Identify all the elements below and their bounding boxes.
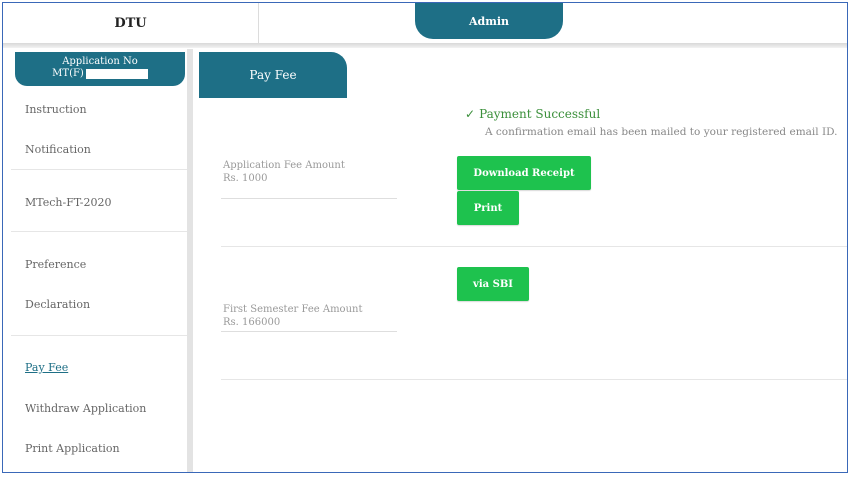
application-fee-field: Application Fee Amount Rs. 1000: [223, 159, 345, 185]
sidebar-divider: [11, 335, 187, 336]
application-number-label: Application No: [62, 56, 138, 67]
section-divider: [221, 246, 847, 247]
admin-tab[interactable]: Admin: [415, 3, 563, 39]
sidebar-item-preference[interactable]: Preference: [25, 258, 86, 271]
sidebar-item-withdraw-application[interactable]: Withdraw Application: [25, 402, 146, 415]
sidebar-item-pay-fee[interactable]: Pay Fee: [25, 361, 68, 374]
semester-fee-field: First Semester Fee Amount Rs. 166000: [223, 303, 362, 329]
download-receipt-button[interactable]: Download Receipt: [457, 156, 591, 190]
sidebar-divider: [11, 169, 187, 170]
section-divider: [221, 379, 847, 380]
semester-fee-label: First Semester Fee Amount: [223, 304, 363, 315]
confirmation-message: A confirmation email has been mailed to …: [485, 126, 838, 138]
application-number-prefix: MT(F): [52, 68, 84, 79]
pay-via-sbi-button[interactable]: via SBI: [457, 267, 529, 301]
app-frame: DTU Admin Application No MT(F) Instructi…: [2, 2, 848, 473]
payment-status: ✓ Payment Successful: [465, 107, 600, 121]
application-number-value: MT(F): [15, 68, 185, 80]
sidebar-item-instruction[interactable]: Instruction: [25, 103, 87, 116]
payment-status-title: Payment Successful: [479, 107, 601, 121]
field-underline: [221, 331, 397, 332]
semester-fee-amount: Rs. 166000: [223, 317, 281, 328]
print-button[interactable]: Print: [457, 191, 519, 225]
top-header: DTU Admin: [3, 3, 847, 44]
application-number-header: Application No MT(F): [15, 52, 185, 86]
checkmark-icon: ✓: [465, 107, 476, 121]
redaction-mask: [85, 68, 148, 79]
sidebar-item-print-application[interactable]: Print Application: [25, 442, 120, 455]
application-fee-label: Application Fee Amount: [223, 160, 345, 171]
sidebar-item-notification[interactable]: Notification: [25, 143, 91, 156]
application-fee-amount: Rs. 1000: [223, 173, 268, 184]
brand-logo[interactable]: DTU: [3, 3, 259, 43]
sidebar-item-declaration[interactable]: Declaration: [25, 298, 90, 311]
tab-pay-fee[interactable]: Pay Fee: [199, 52, 347, 98]
sidebar: Application No MT(F) Instruction Notific…: [11, 49, 193, 472]
field-underline: [221, 198, 397, 199]
sidebar-divider: [11, 231, 187, 232]
sidebar-item-mtech-ft-2020[interactable]: MTech-FT-2020: [25, 196, 111, 209]
header-shadow-divider: [3, 43, 847, 48]
